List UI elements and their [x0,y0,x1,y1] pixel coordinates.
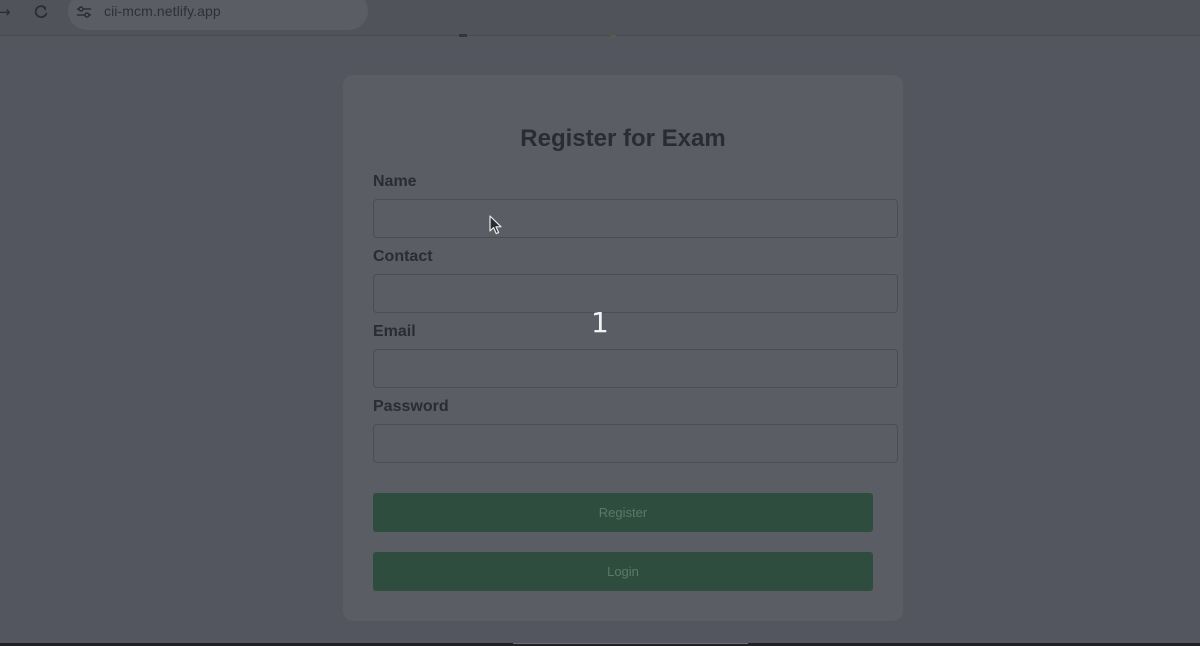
register-button[interactable]: Register [373,493,873,532]
page-title: Register for Exam [520,125,726,152]
mouse-cursor-icon [489,215,502,235]
contact-label: Contact [373,248,433,265]
email-label: Email [373,323,416,340]
password-label: Password [373,398,449,415]
email-input[interactable] [373,349,898,388]
name-label: Name [373,173,417,190]
arrow-forward-icon[interactable]: → [0,4,14,20]
url-text[interactable]: cii-mcm.netlify.app [104,3,221,19]
contact-input[interactable] [373,274,898,313]
register-card [343,75,903,621]
header-remnant [459,34,467,37]
bottom-edge-highlight [513,643,748,644]
reload-icon[interactable] [33,4,49,20]
password-input[interactable] [373,424,898,463]
step-number-overlay: 1 [591,306,609,339]
login-button[interactable]: Login [373,552,873,591]
header-remnant [610,35,616,38]
name-input[interactable] [373,199,898,238]
tune-icon[interactable] [76,5,92,19]
